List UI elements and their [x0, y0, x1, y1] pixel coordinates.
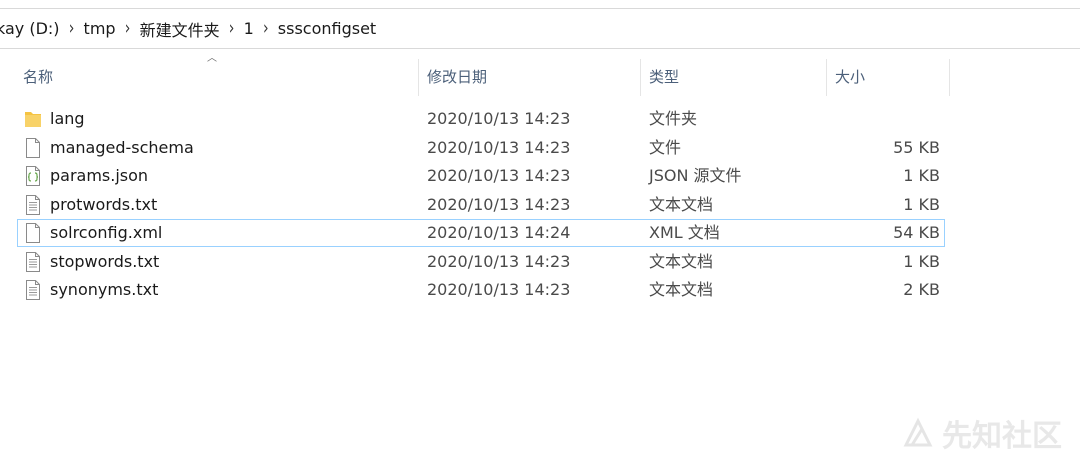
- column-header-row: 名称 修改日期 类型 大小: [0, 59, 1080, 96]
- file-icon: [26, 223, 40, 243]
- text-file-icon: [26, 280, 40, 300]
- text-file-icon: [26, 251, 40, 272]
- file-type: 文本文档: [649, 251, 714, 271]
- column-header-name[interactable]: 名称: [15, 59, 418, 96]
- file-date: 2020/10/13 14:23: [427, 194, 571, 214]
- file-size: 54 KB: [893, 223, 940, 242]
- column-header-size[interactable]: 大小: [827, 59, 949, 96]
- chevron-right-icon[interactable]: ›: [220, 18, 244, 39]
- file-type: 文件夹: [649, 109, 698, 128]
- breadcrumb-new-folder[interactable]: 新建文件夹: [140, 17, 220, 41]
- breadcrumb-sssconfigset[interactable]: sssconfigset: [278, 19, 376, 38]
- file-date: 2020/10/13 14:23: [427, 137, 571, 157]
- file-size: 1 KB: [903, 166, 940, 185]
- column-header-type[interactable]: 类型: [641, 59, 826, 96]
- chevron-right-icon[interactable]: ›: [60, 18, 84, 39]
- file-icon: [26, 137, 40, 158]
- file-name: stopwords.txt: [50, 251, 160, 271]
- watermark-text: 先知社区: [942, 419, 1062, 454]
- breadcrumb-drive[interactable]: kay (D:): [0, 19, 60, 38]
- file-size: 55 KB: [893, 137, 940, 157]
- file-name: solrconfig.xml: [50, 223, 163, 242]
- file-type: XML 文档: [649, 223, 720, 242]
- file-row-solrconfig[interactable]: solrconfig.xml 2020/10/13 14:24 XML 文档 5…: [17, 219, 945, 247]
- file-name: lang: [50, 109, 85, 128]
- file-date: 2020/10/13 14:24: [427, 223, 571, 242]
- breadcrumb: kay (D:) › tmp › 新建文件夹 › 1 › sssconfigse…: [0, 17, 376, 41]
- file-size: 1 KB: [903, 194, 940, 214]
- watermark: 先知社区: [902, 411, 1062, 455]
- text-file-icon: [26, 194, 40, 215]
- file-date: 2020/10/13 14:23: [427, 280, 571, 299]
- file-date: 2020/10/13 14:23: [427, 166, 571, 185]
- file-name: params.json: [50, 166, 149, 185]
- chevron-right-icon[interactable]: ›: [254, 18, 278, 39]
- column-divider[interactable]: [949, 59, 950, 96]
- file-row-synonyms[interactable]: synonyms.txt 2020/10/13 14:23 文本文档 2 KB: [17, 276, 945, 304]
- file-row-params-json[interactable]: params.json 2020/10/13 14:23 JSON 源文件 1 …: [17, 162, 945, 190]
- file-row-managed-schema[interactable]: managed-schema 2020/10/13 14:23 文件 55 KB: [17, 134, 945, 162]
- file-row-protwords[interactable]: protwords.txt 2020/10/13 14:23 文本文档 1 KB: [17, 191, 945, 219]
- json-file-icon: [26, 166, 40, 186]
- watermark-logo-icon: [903, 417, 933, 447]
- file-date: 2020/10/13 14:23: [427, 251, 571, 271]
- file-name: synonyms.txt: [50, 280, 159, 299]
- file-date: 2020/10/13 14:23: [427, 109, 571, 128]
- file-explorer-window: kay (D:) › tmp › 新建文件夹 › 1 › sssconfigse…: [0, 0, 1080, 463]
- file-size: 2 KB: [903, 280, 940, 299]
- breadcrumb-tmp[interactable]: tmp: [84, 19, 116, 38]
- file-size: 1 KB: [903, 251, 940, 271]
- column-header-date[interactable]: 修改日期: [419, 59, 640, 96]
- file-name: managed-schema: [50, 137, 194, 157]
- file-type: 文本文档: [649, 280, 714, 299]
- file-type: 文本文档: [649, 194, 714, 214]
- file-name: protwords.txt: [50, 194, 158, 214]
- address-bar[interactable]: kay (D:) › tmp › 新建文件夹 › 1 › sssconfigse…: [0, 0, 1080, 49]
- chevron-right-icon[interactable]: ›: [116, 18, 140, 39]
- file-type: JSON 源文件: [649, 166, 742, 185]
- folder-icon: [25, 112, 41, 127]
- breadcrumb-1[interactable]: 1: [244, 19, 254, 38]
- file-type: 文件: [649, 137, 682, 157]
- file-row-stopwords[interactable]: stopwords.txt 2020/10/13 14:23 文本文档 1 KB: [17, 248, 945, 276]
- file-row-lang[interactable]: lang 2020/10/13 14:23 文件夹: [17, 105, 945, 133]
